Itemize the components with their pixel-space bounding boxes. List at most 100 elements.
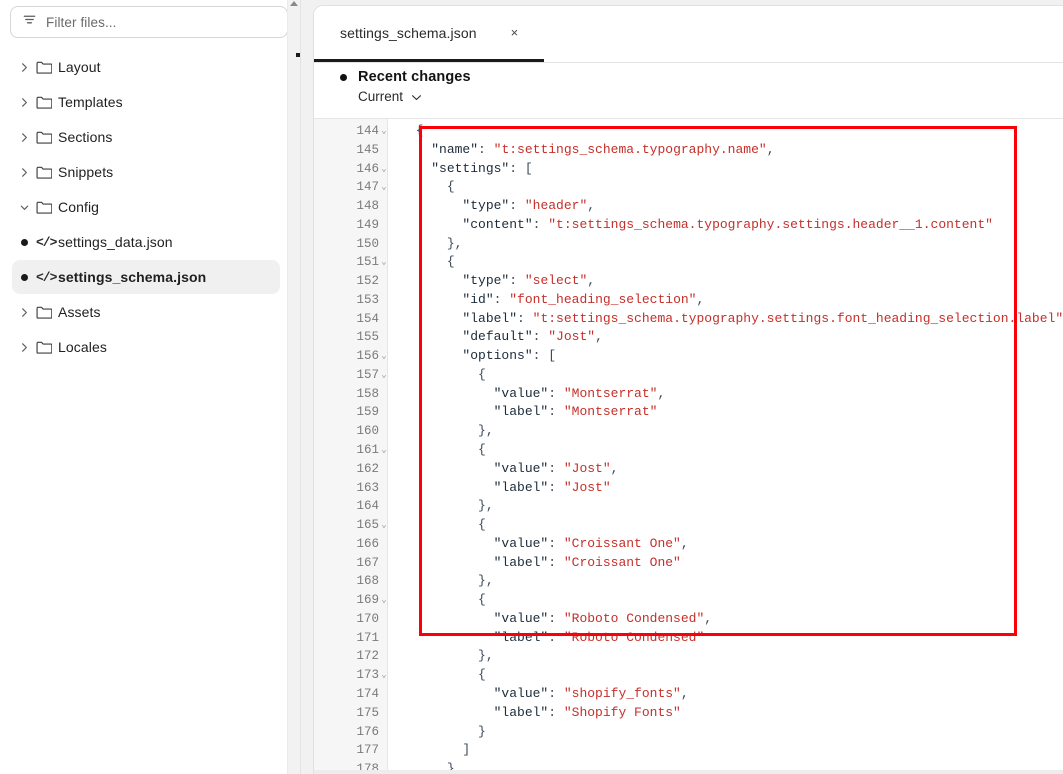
filter-files-placeholder: Filter files... <box>46 14 117 30</box>
line-number: 171 <box>314 629 387 648</box>
line-number: 154 <box>314 310 387 329</box>
code-line[interactable]: "content": "t:settings_schema.typography… <box>388 216 1063 235</box>
chevron-right-icon[interactable] <box>16 97 32 108</box>
code-line[interactable]: "value": "Croissant One", <box>388 535 1063 554</box>
code-line[interactable]: }, <box>388 572 1063 591</box>
line-number: 147 ⌄ <box>314 178 387 197</box>
code-line[interactable]: "type": "header", <box>388 197 1063 216</box>
code-file-icon: </> <box>36 269 57 285</box>
close-icon[interactable]: × <box>507 24 523 41</box>
code-line[interactable]: }, <box>388 235 1063 254</box>
chevron-down-icon[interactable] <box>16 202 32 213</box>
code-line[interactable]: { <box>388 441 1063 460</box>
line-number-value: 167 <box>356 555 379 570</box>
code-line[interactable]: }, <box>388 497 1063 516</box>
chevron-down-icon <box>411 89 422 104</box>
chevron-right-icon[interactable] <box>16 342 32 353</box>
code-line[interactable]: { <box>388 178 1063 197</box>
line-number: 159 <box>314 403 387 422</box>
code-editor-area[interactable]: 144 ⌄ 145 146 ⌄ 147 ⌄ 148 149 150 151 ⌄ 152 153 154 155… <box>314 119 1063 774</box>
code-lines[interactable]: { "name": "t:settings_schema.typography.… <box>388 119 1063 774</box>
file-tree-item-settings-schema-json[interactable]: </> settings_schema.json <box>12 260 280 294</box>
line-number-value: 152 <box>356 274 379 289</box>
file-tree-item-sections[interactable]: Sections <box>12 120 280 154</box>
code-line[interactable]: }, <box>388 422 1063 441</box>
code-line[interactable]: "type": "select", <box>388 272 1063 291</box>
version-selector[interactable]: Current <box>358 89 422 104</box>
line-number-value: 149 <box>356 217 379 232</box>
recent-changes-heading: Recent changes <box>340 69 1063 85</box>
line-number-value: 177 <box>356 743 379 758</box>
sidebar-scrollbar[interactable] <box>287 0 300 774</box>
code-file-icon: </> <box>36 234 57 250</box>
file-tree-item-label: Layout <box>58 59 101 75</box>
line-number: 172 <box>314 647 387 666</box>
line-number: 144 ⌄ <box>314 122 387 141</box>
code-line[interactable]: "value": "shopify_fonts", <box>388 685 1063 704</box>
code-line[interactable]: "name": "t:settings_schema.typography.na… <box>388 141 1063 160</box>
code-line[interactable]: "value": "Jost", <box>388 460 1063 479</box>
code-line[interactable]: { <box>388 591 1063 610</box>
code-line[interactable]: "value": "Roboto Condensed", <box>388 610 1063 629</box>
horizontal-scrollbar[interactable] <box>314 770 1063 774</box>
folder-icon <box>32 305 58 320</box>
line-number-value: 150 <box>356 236 379 251</box>
code-line[interactable]: "label": "Croissant One" <box>388 554 1063 573</box>
code-line[interactable]: "label": "t:settings_schema.typography.s… <box>388 310 1063 329</box>
line-number: 160 <box>314 422 387 441</box>
line-number: 149 <box>314 216 387 235</box>
code-line[interactable]: }, <box>388 647 1063 666</box>
line-number: 152 <box>314 272 387 291</box>
line-number-value: 153 <box>356 292 379 307</box>
code-line[interactable]: { <box>388 666 1063 685</box>
file-tree-item-templates[interactable]: Templates <box>12 85 280 119</box>
file-tree-item-settings-data-json[interactable]: </> settings_data.json <box>12 225 280 259</box>
code-line[interactable]: "settings": [ <box>388 160 1063 179</box>
line-number-value: 147 <box>356 180 379 195</box>
code-line[interactable]: "label": "Roboto Condensed" <box>388 629 1063 648</box>
code-line[interactable]: "id": "font_heading_selection", <box>388 291 1063 310</box>
file-tree-sidebar: Filter files... Layout Templates Sections S… <box>0 0 301 774</box>
file-tree-item-label: Locales <box>58 339 107 355</box>
line-number: 168 <box>314 572 387 591</box>
file-tree-item-label: settings_data.json <box>58 234 173 250</box>
chevron-right-icon[interactable] <box>16 132 32 143</box>
code-line[interactable]: "options": [ <box>388 347 1063 366</box>
folder-icon <box>32 130 58 145</box>
tab-settings-schema-json[interactable]: settings_schema.json × <box>314 6 545 62</box>
chevron-right-icon[interactable] <box>16 307 32 318</box>
line-number: 174 <box>314 685 387 704</box>
line-number-value: 169 <box>356 593 379 608</box>
code-line[interactable]: "label": "Shopify Fonts" <box>388 704 1063 723</box>
line-number: 161 ⌄ <box>314 441 387 460</box>
code-line[interactable]: "value": "Montserrat", <box>388 385 1063 404</box>
code-line[interactable]: { <box>388 122 1063 141</box>
chevron-right-icon[interactable] <box>16 62 32 73</box>
file-tree-item-label: Config <box>58 199 100 215</box>
scroll-up-arrow-icon[interactable] <box>290 1 298 6</box>
line-number: 169 ⌄ <box>314 591 387 610</box>
line-number-value: 154 <box>356 311 379 326</box>
file-tree-item-snippets[interactable]: Snippets <box>12 155 280 189</box>
file-tree-item-assets[interactable]: Assets <box>12 295 280 329</box>
code-line[interactable]: ] <box>388 741 1063 760</box>
code-line[interactable]: } <box>388 723 1063 742</box>
code-line[interactable]: { <box>388 516 1063 535</box>
code-line[interactable]: "default": "Jost", <box>388 328 1063 347</box>
code-line[interactable]: "label": "Jost" <box>388 479 1063 498</box>
code-line[interactable]: { <box>388 366 1063 385</box>
file-tree-item-layout[interactable]: Layout <box>12 50 280 84</box>
chevron-right-icon[interactable] <box>16 167 32 178</box>
filter-files-input[interactable]: Filter files... <box>10 6 288 38</box>
line-number: 158 <box>314 385 387 404</box>
line-number: 153 <box>314 291 387 310</box>
code-line[interactable]: "label": "Montserrat" <box>388 403 1063 422</box>
file-tree-item-label: Templates <box>58 94 123 110</box>
file-tree-item-label: Sections <box>58 129 113 145</box>
code-line[interactable]: { <box>388 253 1063 272</box>
line-number: 145 <box>314 141 387 160</box>
line-number: 170 <box>314 610 387 629</box>
file-tree-item-config[interactable]: Config <box>12 190 280 224</box>
file-tree-item-locales[interactable]: Locales <box>12 330 280 364</box>
line-number-value: 176 <box>356 724 379 739</box>
